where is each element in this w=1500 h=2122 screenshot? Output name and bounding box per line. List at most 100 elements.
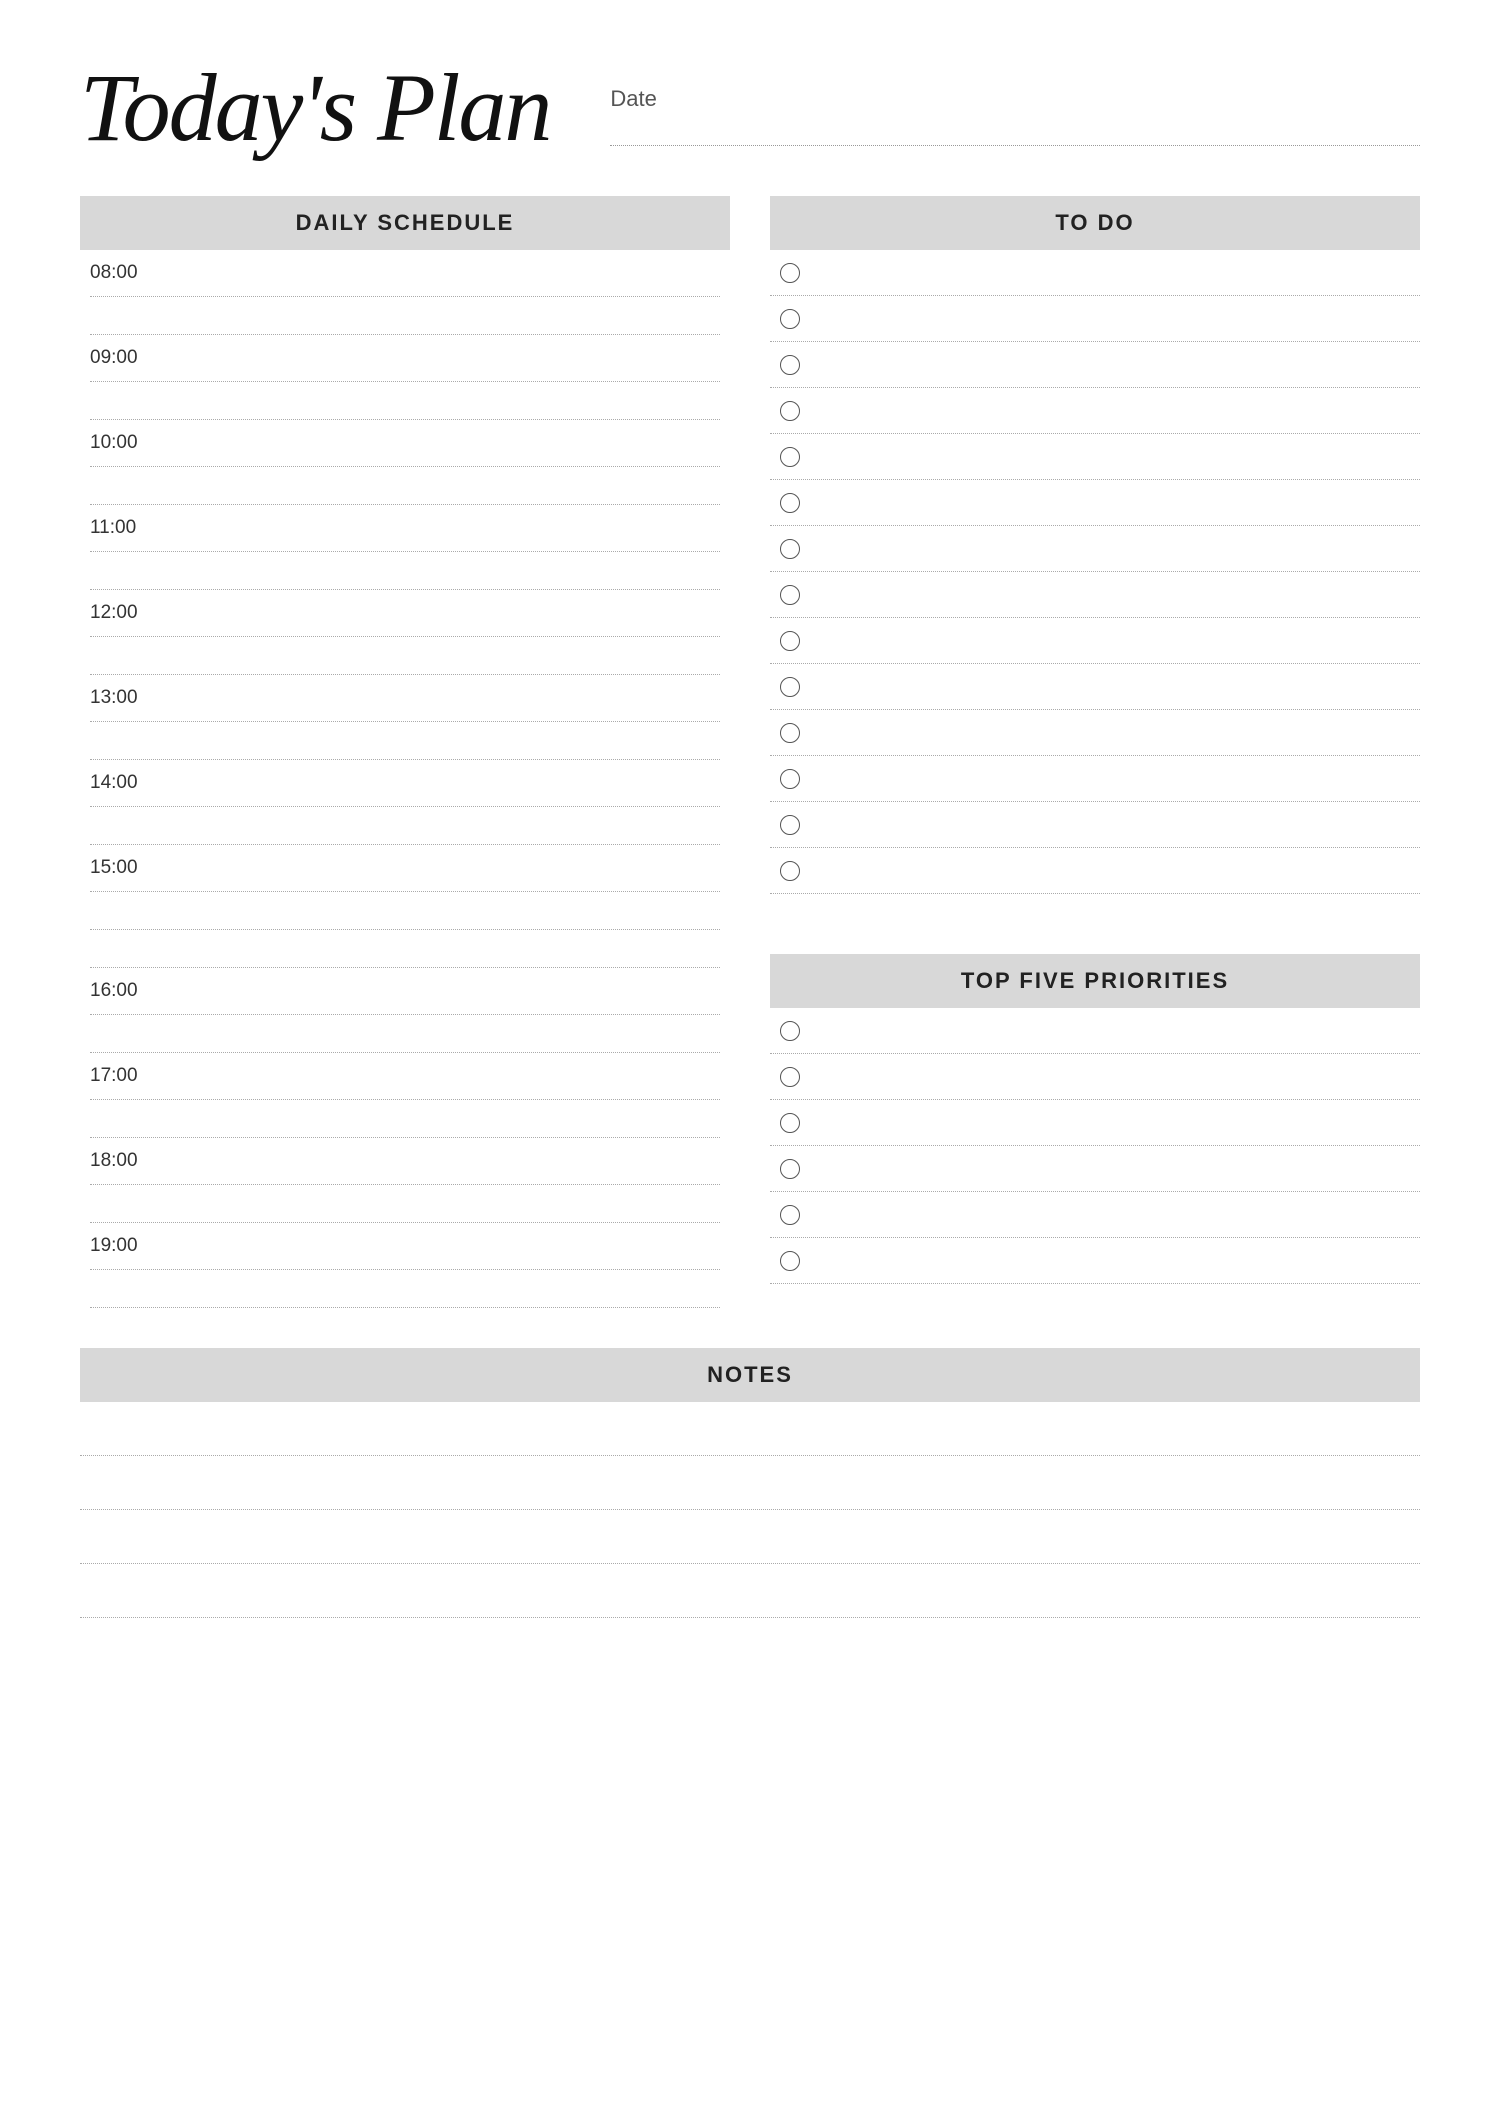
gap-spacer bbox=[770, 894, 1420, 924]
todo-circle-7 bbox=[780, 539, 800, 559]
todo-circle-12 bbox=[780, 769, 800, 789]
time-slot-1100: 11:00 bbox=[80, 505, 730, 543]
schedule-row-1600: 16:00 bbox=[80, 968, 730, 1053]
todo-circle-9 bbox=[780, 631, 800, 651]
schedule-extra-line bbox=[90, 1100, 720, 1138]
schedule-row-0900: 09:00 bbox=[80, 335, 730, 420]
date-label: Date bbox=[610, 86, 1420, 112]
schedule-row-1400: 14:00 bbox=[80, 760, 730, 845]
schedule-extra-line bbox=[90, 382, 720, 420]
notes-lines bbox=[80, 1402, 1420, 1618]
notes-line-4[interactable] bbox=[80, 1564, 1420, 1618]
todo-circle-1 bbox=[780, 263, 800, 283]
time-slot-1000: 10:00 bbox=[80, 420, 730, 458]
todo-item-8[interactable] bbox=[770, 572, 1420, 618]
priority-circle-6 bbox=[780, 1251, 800, 1271]
time-label-1100: 11:00 bbox=[90, 517, 136, 538]
todo-item-6[interactable] bbox=[770, 480, 1420, 526]
schedule-extra-line bbox=[90, 1015, 720, 1053]
priority-item-4[interactable] bbox=[770, 1146, 1420, 1192]
priority-circle-3 bbox=[780, 1113, 800, 1133]
priority-circle-2 bbox=[780, 1067, 800, 1087]
time-slot-1700: 17:00 bbox=[80, 1053, 730, 1091]
todo-item-7[interactable] bbox=[770, 526, 1420, 572]
notes-section: NOTES bbox=[80, 1348, 1420, 1618]
priority-circle-5 bbox=[780, 1205, 800, 1225]
todo-circle-13 bbox=[780, 815, 800, 835]
notes-line-3[interactable] bbox=[80, 1510, 1420, 1564]
time-label-1600: 16:00 bbox=[90, 980, 138, 1001]
main-grid: DAILY SCHEDULE 08:00 09:00 bbox=[80, 196, 1420, 1618]
time-slot-1400: 14:00 bbox=[80, 760, 730, 798]
time-slot-1300: 13:00 bbox=[80, 675, 730, 713]
time-label-0900: 09:00 bbox=[90, 347, 138, 368]
time-label-0800: 08:00 bbox=[90, 262, 138, 283]
time-slot-0900: 09:00 bbox=[80, 335, 730, 373]
schedule-row-1300: 13:00 bbox=[80, 675, 730, 760]
todo-item-12[interactable] bbox=[770, 756, 1420, 802]
time-slot-1600: 16:00 bbox=[80, 968, 730, 1006]
todo-header: TO DO bbox=[770, 196, 1420, 250]
schedule-extra-line bbox=[90, 807, 720, 845]
schedule-extra-line bbox=[90, 297, 720, 335]
priority-item-5[interactable] bbox=[770, 1192, 1420, 1238]
time-label-1900: 19:00 bbox=[90, 1235, 138, 1256]
schedule-extra-line bbox=[90, 722, 720, 760]
time-label-1000: 10:00 bbox=[90, 432, 138, 453]
todo-circle-11 bbox=[780, 723, 800, 743]
page-title: Today's Plan bbox=[80, 60, 550, 156]
todo-item-10[interactable] bbox=[770, 664, 1420, 710]
schedule-row-1100: 11:00 bbox=[80, 505, 730, 590]
date-input-line[interactable] bbox=[610, 116, 1420, 146]
todo-circle-10 bbox=[780, 677, 800, 697]
priority-circle-1 bbox=[780, 1021, 800, 1041]
todo-item-2[interactable] bbox=[770, 296, 1420, 342]
todo-item-1[interactable] bbox=[770, 250, 1420, 296]
priority-item-3[interactable] bbox=[770, 1100, 1420, 1146]
todo-section: TO DO bbox=[770, 196, 1420, 894]
time-slot-1200: 12:00 bbox=[80, 590, 730, 628]
schedule-extra-line bbox=[90, 892, 720, 930]
notes-header: NOTES bbox=[80, 1348, 1420, 1402]
todo-circle-3 bbox=[780, 355, 800, 375]
notes-line-1[interactable] bbox=[80, 1402, 1420, 1456]
priority-item-1[interactable] bbox=[770, 1008, 1420, 1054]
todo-item-9[interactable] bbox=[770, 618, 1420, 664]
todo-item-5[interactable] bbox=[770, 434, 1420, 480]
page-header: Today's Plan Date bbox=[80, 60, 1420, 156]
schedule-extra-line bbox=[90, 1185, 720, 1223]
priority-item-2[interactable] bbox=[770, 1054, 1420, 1100]
todo-item-13[interactable] bbox=[770, 802, 1420, 848]
time-label-1300: 13:00 bbox=[90, 687, 138, 708]
todo-item-3[interactable] bbox=[770, 342, 1420, 388]
todo-circle-2 bbox=[780, 309, 800, 329]
daily-schedule-section: DAILY SCHEDULE 08:00 09:00 bbox=[80, 196, 730, 1308]
todo-item-11[interactable] bbox=[770, 710, 1420, 756]
date-section: Date bbox=[610, 86, 1420, 156]
schedule-row-0800: 08:00 bbox=[80, 250, 730, 335]
notes-line-2[interactable] bbox=[80, 1456, 1420, 1510]
priorities-header: TOP FIVE PRIORITIES bbox=[770, 954, 1420, 1008]
time-label-1400: 14:00 bbox=[90, 772, 138, 793]
todo-circle-5 bbox=[780, 447, 800, 467]
todo-item-14[interactable] bbox=[770, 848, 1420, 894]
priority-item-6[interactable] bbox=[770, 1238, 1420, 1284]
right-column: TO DO bbox=[770, 196, 1420, 1308]
todo-item-4[interactable] bbox=[770, 388, 1420, 434]
todo-circle-14 bbox=[780, 861, 800, 881]
schedule-extra-line bbox=[90, 1270, 720, 1308]
schedule-extra-line-2 bbox=[90, 930, 720, 968]
time-label-1700: 17:00 bbox=[90, 1065, 138, 1086]
time-label-1500: 15:00 bbox=[90, 857, 138, 878]
time-slot-1800: 18:00 bbox=[80, 1138, 730, 1176]
todo-circle-6 bbox=[780, 493, 800, 513]
time-label-1200: 12:00 bbox=[90, 602, 138, 623]
todo-circle-4 bbox=[780, 401, 800, 421]
schedule-row-1000: 10:00 bbox=[80, 420, 730, 505]
priority-circle-4 bbox=[780, 1159, 800, 1179]
schedule-extra-line bbox=[90, 467, 720, 505]
time-slot-1500: 15:00 bbox=[80, 845, 730, 883]
schedule-row-1700: 17:00 bbox=[80, 1053, 730, 1138]
time-slot-1900: 19:00 bbox=[80, 1223, 730, 1261]
priorities-section: TOP FIVE PRIORITIES bbox=[770, 954, 1420, 1284]
